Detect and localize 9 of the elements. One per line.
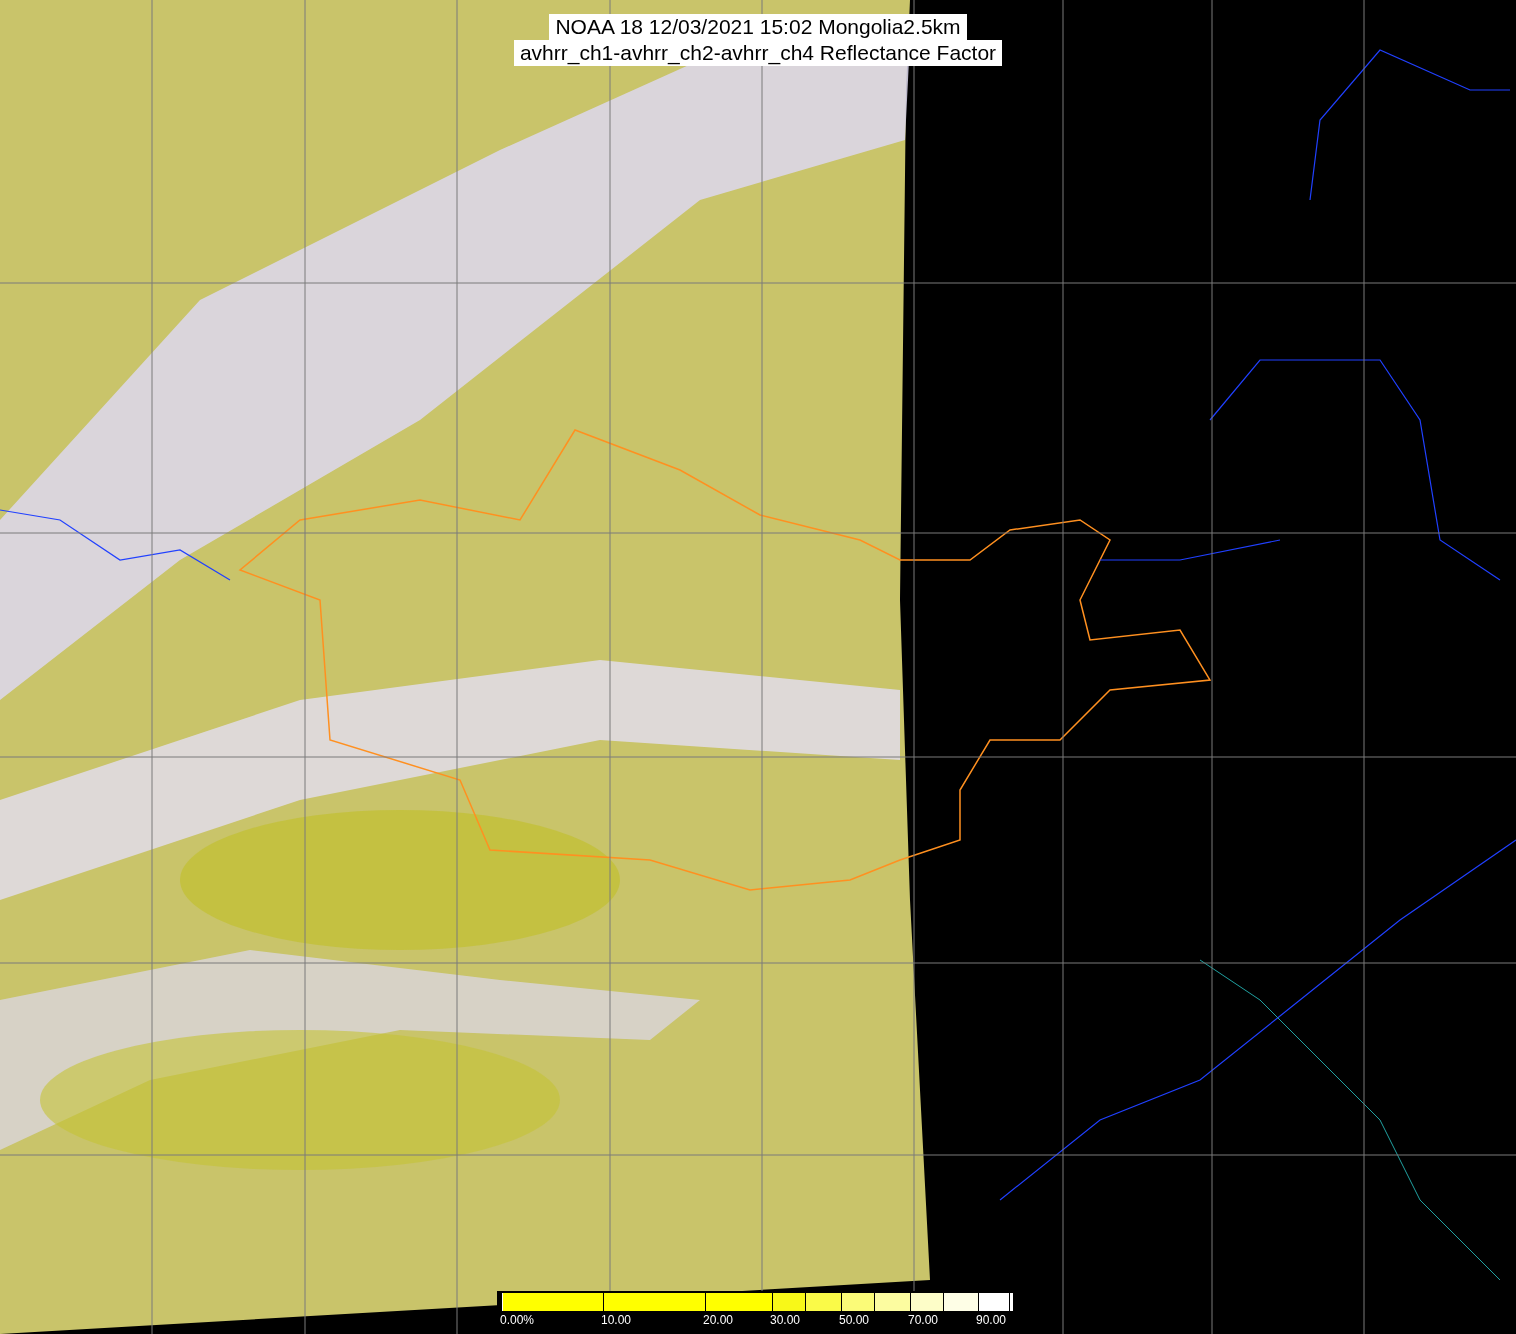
colorbar-tick-label: 50.00 <box>839 1313 870 1327</box>
map-title: avhrr_ch1-avhrr_ch2-avhrr_ch4 Reflectance Factor <box>513 40 1003 66</box>
colorbar-tick-label: 90.00 <box>976 1313 1007 1327</box>
map-title: NOAA 18 12/03/2021 15:02 Mongolia2.5km <box>549 14 967 40</box>
colorbar-tick-label: 0.00% <box>500 1313 535 1327</box>
colorbar-tick-label: 20.00 <box>703 1313 734 1327</box>
colorbar-tick-label: 30.00 <box>770 1313 801 1327</box>
colorbar-tick-label: 70.00 <box>908 1313 939 1327</box>
colorbar-tick-label: 10.00 <box>601 1313 632 1327</box>
